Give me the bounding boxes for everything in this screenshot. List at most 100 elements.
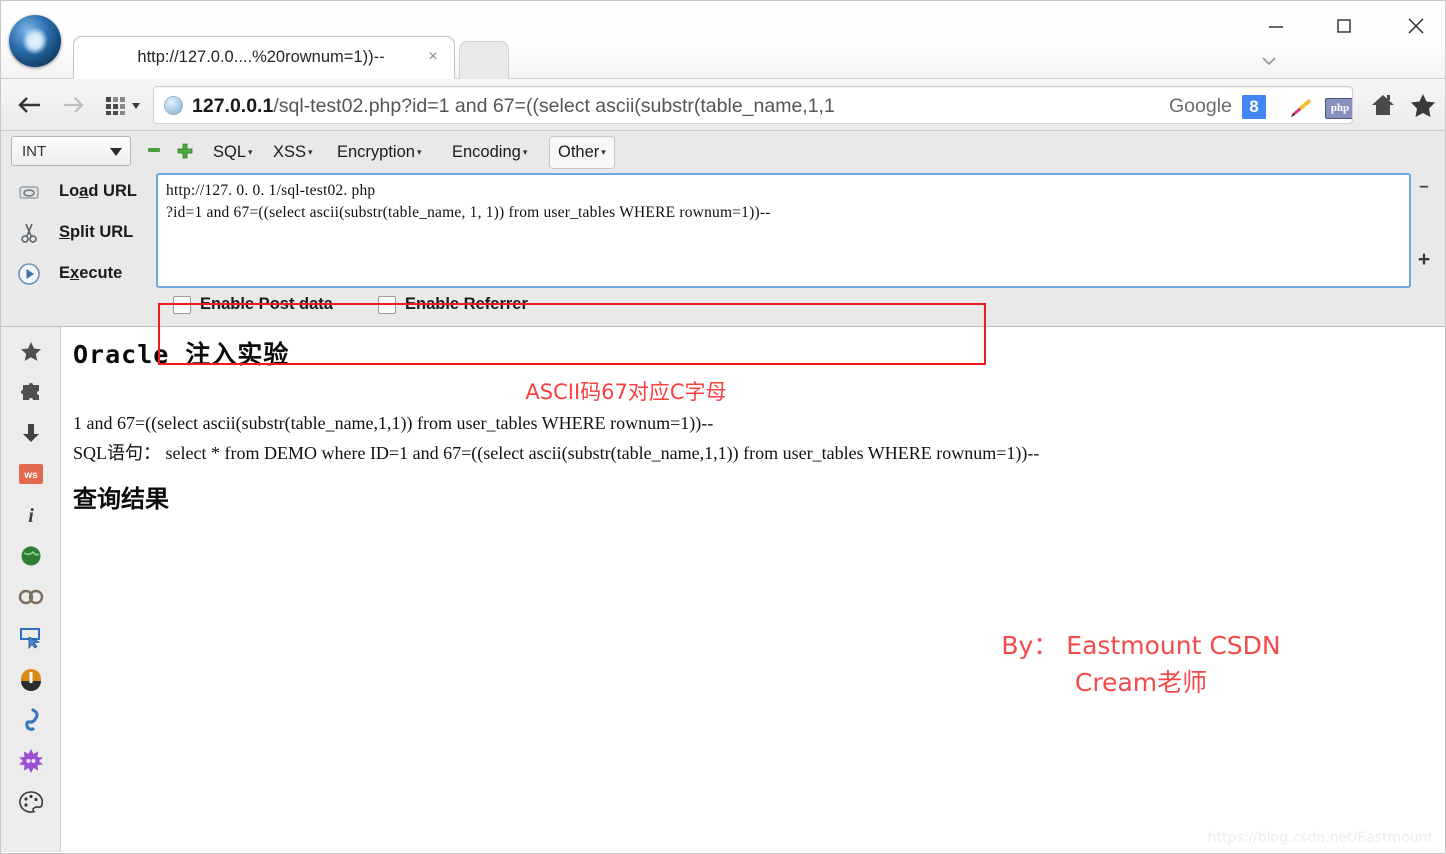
sidebar-item-web[interactable] (1, 538, 61, 579)
checkbox-box[interactable] (173, 295, 191, 314)
page-subtitle: 查询结果 (73, 485, 169, 513)
url-host: 127.0.0.1 (192, 95, 274, 117)
grow-textarea-button[interactable]: + (1409, 248, 1439, 272)
address-bar[interactable]: 127.0.0.1/sql-test02.php?id=1 and 67=((s… (153, 86, 1353, 124)
enable-post-data-checkbox[interactable]: Enable Post data (173, 295, 333, 314)
sidebar-item-tool[interactable] (1, 661, 61, 702)
purple-virus-icon (19, 749, 43, 778)
page-sql-line: SQL语句： select * from DEMO where ID=1 and… (73, 443, 1040, 463)
execute-button[interactable]: Execute (1, 253, 151, 294)
page-signature: By： Eastmount CSDN Cream老师 (921, 627, 1361, 701)
menu-encryption-label: Encryption (337, 143, 415, 161)
hackbar-panel: INT SQL ▾ XSS ▾ Encryption ▾ Encoding ▾ Othe… (1, 131, 1445, 404)
tab-close-icon[interactable]: × (424, 48, 442, 66)
palette-icon (19, 791, 44, 818)
window-minimize-button[interactable] (1253, 9, 1299, 43)
payload-type-select[interactable]: INT (11, 136, 131, 166)
browser-window: http://127.0.0....%20rownum=1))-- × 127.… (0, 0, 1446, 854)
pen-icon[interactable] (1284, 94, 1316, 122)
load-url-icon (17, 180, 41, 204)
sidebar-item-info[interactable]: i (1, 497, 61, 538)
sidebar-item-links[interactable] (1, 579, 61, 620)
chevron-down-icon (110, 148, 122, 156)
split-url-button[interactable]: Split URL (1, 212, 151, 253)
window-maximize-button[interactable] (1321, 9, 1367, 43)
home-button-icon[interactable] (1369, 91, 1397, 124)
url-path: /sql-test02.php?id=1 and 67=((select asc… (273, 95, 835, 117)
puzzle-icon (19, 380, 43, 409)
checkbox-box[interactable] (378, 295, 396, 314)
sidebar-item-ws[interactable]: ws (1, 456, 61, 497)
menu-xss[interactable]: XSS ▾ (267, 140, 319, 165)
extension-sidebar: ws i (1, 327, 61, 852)
tab-title: http://127.0.0....%20rownum=1))-- (137, 48, 385, 66)
bookmark-star-icon[interactable] (1409, 91, 1437, 124)
ws-icon: ws (18, 463, 44, 490)
enable-referrer-checkbox[interactable]: Enable Referrer (378, 295, 528, 314)
enable-post-data-label: Enable Post data (200, 295, 333, 313)
menu-encryption[interactable]: Encryption ▾ (331, 140, 428, 165)
chevron-down-icon[interactable] (1253, 51, 1285, 71)
apps-grid-icon[interactable] (101, 87, 147, 123)
menu-xss-label: XSS (273, 143, 307, 161)
orange-circle-icon (19, 667, 43, 696)
sidebar-item-seahorse[interactable] (1, 702, 61, 743)
svg-text:ws: ws (23, 470, 38, 481)
chevron-down-icon: ▾ (522, 147, 528, 158)
load-url-label: Load URL (59, 182, 137, 200)
forward-icon[interactable] (57, 87, 91, 123)
chevron-down-icon: ▾ (601, 147, 606, 158)
payload-url-line2: ?id=1 and 67=((select ascii(substr(table… (166, 204, 771, 221)
hackbar-toolbar: INT SQL ▾ XSS ▾ Encryption ▾ Encoding ▾ Othe… (1, 131, 1445, 171)
back-icon[interactable] (13, 87, 47, 123)
sidebar-item-downloads[interactable] (1, 415, 61, 456)
sidebar-item-bookmarks[interactable] (1, 333, 61, 374)
sidebar-item-virus[interactable] (1, 743, 61, 784)
payload-url-textarea[interactable]: http://127. 0. 0. 1/sql-test02. php ?id=… (156, 173, 1411, 288)
sidebar-item-palette[interactable] (1, 784, 61, 825)
shrink-textarea-button[interactable]: – (1409, 176, 1439, 196)
sidebar-item-addons[interactable] (1, 374, 61, 415)
menu-encoding-label: Encoding (452, 143, 521, 161)
menu-encoding[interactable]: Encoding ▾ (446, 140, 533, 165)
navigation-bar: 127.0.0.1/sql-test02.php?id=1 and 67=((s… (1, 79, 1445, 131)
page-query-line: 1 and 67=((select ascii(substr(table_nam… (73, 413, 714, 433)
add-row-icon[interactable] (177, 143, 193, 161)
hackbar-options: Enable Post data Enable Referrer (1, 291, 1445, 327)
browser-tab[interactable]: http://127.0.0....%20rownum=1))-- × (73, 36, 455, 80)
menu-other[interactable]: Other ▾ (549, 136, 615, 169)
split-url-label: Split URL (59, 223, 134, 241)
sidebar-item-select[interactable] (1, 620, 61, 661)
execute-label: Execute (59, 264, 123, 282)
chevron-down-icon: ▾ (248, 147, 253, 158)
svg-text:i: i (28, 505, 34, 527)
execute-icon (17, 262, 41, 286)
new-tab-button[interactable] (459, 41, 509, 80)
star-icon (19, 339, 43, 368)
annotation-text: ASCII码67对应C字母 (525, 380, 727, 404)
green-globe-icon (20, 545, 42, 572)
menu-sql[interactable]: SQL ▾ (207, 140, 259, 165)
remove-row-icon[interactable] (147, 143, 161, 159)
select-cursor-icon (19, 627, 43, 654)
address-bar-url: 127.0.0.1/sql-test02.php?id=1 and 67=((s… (192, 93, 1092, 119)
signature-line-1: By： Eastmount CSDN (1001, 631, 1281, 660)
enable-referrer-label: Enable Referrer (405, 295, 528, 313)
menu-sql-label: SQL (213, 143, 247, 161)
signature-line-2: Cream老师 (1074, 668, 1208, 697)
php-icon[interactable]: php (1324, 94, 1352, 122)
chevron-down-icon: ▾ (308, 147, 313, 158)
blue-seahorse-icon (20, 708, 42, 737)
info-italic-icon: i (20, 503, 42, 532)
window-close-button[interactable] (1393, 9, 1439, 43)
php-label: php (1325, 97, 1352, 119)
payload-type-value: INT (22, 142, 47, 160)
title-bar: http://127.0.0....%20rownum=1))-- × (1, 1, 1445, 80)
watermark-text: https://blog.csdn.net/Eastmount (1207, 830, 1433, 846)
split-url-icon (17, 221, 41, 245)
load-url-button[interactable]: Load URL (1, 171, 151, 212)
chain-link-icon (18, 588, 44, 611)
payload-url-line1: http://127. 0. 0. 1/sql-test02. php (166, 182, 376, 199)
hackbar-size-controls: – + (1409, 176, 1439, 272)
google-badge-icon: 8 (1242, 95, 1266, 119)
